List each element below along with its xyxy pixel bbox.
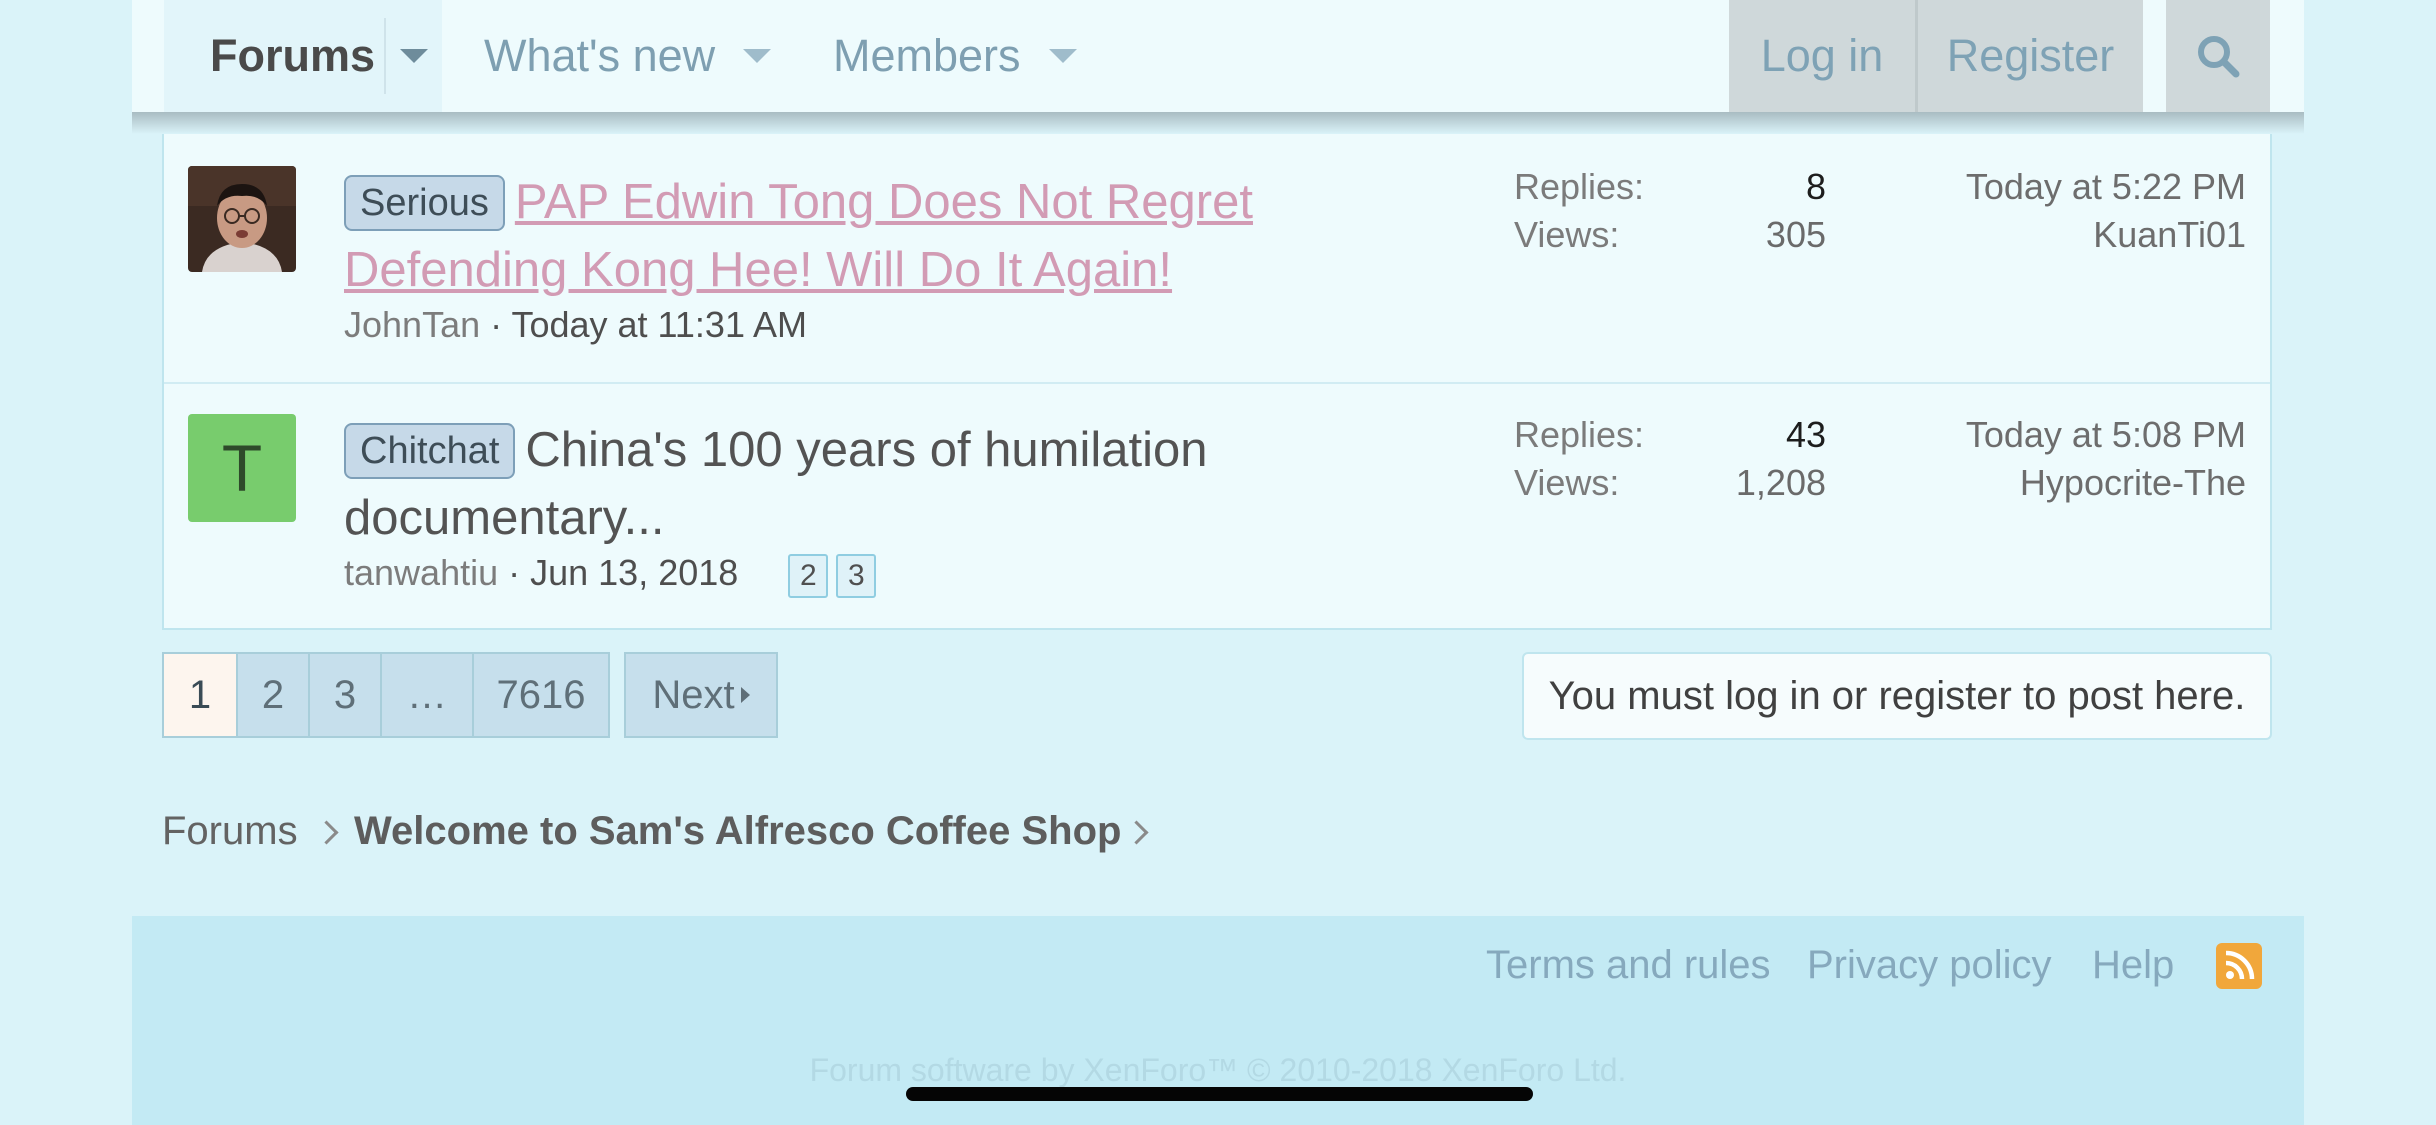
login-button[interactable]: Log in <box>1729 0 1915 112</box>
breadcrumb-category[interactable]: Welcome to Sam's Alfresco Coffee Shop <box>354 806 1121 856</box>
tab-forums-label: Forums <box>210 30 376 81</box>
navigation-shadow <box>132 112 2304 134</box>
views-count: 1,208 <box>1735 462 1826 503</box>
chevron-right-icon <box>314 820 339 845</box>
page-jump-button[interactable]: … <box>380 652 474 738</box>
thread-meta: JohnTan · Today at 11:31 AM <box>344 304 807 345</box>
chevron-down-icon <box>400 49 428 63</box>
footer-link-terms[interactable]: Terms and rules <box>1486 940 1771 990</box>
page-number: 3 <box>333 672 357 717</box>
page-number: 1 <box>188 672 212 717</box>
last-post-time[interactable]: Today at 5:08 PM <box>1826 414 2246 456</box>
page-button-last[interactable]: 7616 <box>472 652 610 738</box>
chevron-down-icon <box>743 49 772 63</box>
rss-icon <box>2225 950 2255 980</box>
footer-link-help[interactable]: Help <box>2092 940 2174 990</box>
avatar-photo <box>188 166 296 272</box>
next-page-button[interactable]: Next <box>624 652 778 738</box>
avatar-letter: T <box>221 431 263 505</box>
rss-button[interactable] <box>2216 943 2262 989</box>
thread-title-link[interactable]: documentary... <box>344 491 664 545</box>
thread-title-link[interactable]: PAP Edwin Tong Does Not Regret <box>515 175 1253 229</box>
replies-count: 43 <box>1785 414 1826 455</box>
page-button[interactable]: 2 <box>236 652 310 738</box>
chevron-right-icon <box>1124 820 1149 845</box>
thread-title-link[interactable]: Defending Kong Hee! Will Do It Again! <box>344 243 1172 297</box>
register-button[interactable]: Register <box>1918 0 2143 112</box>
last-post-user[interactable]: Hypocrite-The <box>1826 462 2246 504</box>
row-divider <box>164 382 2270 384</box>
thread-author[interactable]: JohnTan <box>344 304 480 345</box>
avatar[interactable]: T <box>188 414 296 522</box>
page-ellipsis: … <box>407 672 447 717</box>
avatar[interactable] <box>188 166 296 272</box>
views-count: 305 <box>1765 214 1826 255</box>
thread-prefix-chitchat[interactable]: Chitchat <box>344 423 516 479</box>
notice-text: You must log in or register to post here… <box>1548 673 2246 718</box>
page-number: 7616 <box>496 672 586 717</box>
thread-start-date[interactable]: Today at 11:31 AM <box>511 304 807 345</box>
login-required-notice: You must log in or register to post here… <box>1522 652 2272 740</box>
footer-link-privacy[interactable]: Privacy policy <box>1807 940 2052 990</box>
breadcrumb-forums[interactable]: Forums <box>162 806 298 856</box>
thread-title[interactable]: Chitchat China's 100 years of humilation … <box>344 416 1444 552</box>
chevron-down-icon <box>1048 49 1077 63</box>
views-label: Views: <box>1514 462 1620 503</box>
forums-menu-toggle[interactable] <box>386 0 442 112</box>
thread-title[interactable]: Serious PAP Edwin Tong Does Not Regret De… <box>344 168 1444 304</box>
views-label: Views: <box>1514 214 1620 255</box>
register-label: Register <box>1946 30 2115 81</box>
tab-members-label: Members <box>833 30 1021 81</box>
replies-label: Replies: <box>1514 166 1645 207</box>
thread-start-date[interactable]: Jun 13, 2018 <box>530 552 738 593</box>
page-number: 2 <box>261 672 285 717</box>
thread-author[interactable]: tanwahtiu <box>344 552 498 593</box>
replies-label: Replies: <box>1514 414 1645 455</box>
caret-right-icon <box>740 687 750 703</box>
thread-title-link[interactable]: China's 100 years of humilation <box>525 423 1207 477</box>
replies-count: 8 <box>1805 166 1826 207</box>
page-button[interactable]: 3 <box>308 652 382 738</box>
next-label: Next <box>652 672 735 717</box>
search-icon <box>2198 36 2240 78</box>
tab-members[interactable]: Members <box>833 0 1077 112</box>
thread-meta: tanwahtiu · Jun 13, 2018 23 <box>344 552 877 598</box>
home-indicator <box>906 1087 1533 1101</box>
tab-whats-new[interactable]: What's new <box>484 0 772 112</box>
thread-page-link[interactable]: 3 <box>836 554 877 598</box>
page-button-current[interactable]: 1 <box>162 652 238 738</box>
copyright-text: Forum software by XenForo™ © 2010-2018 X… <box>809 1052 1627 1088</box>
login-label: Log in <box>1760 30 1884 81</box>
last-post-time[interactable]: Today at 5:22 PM <box>1826 166 2246 208</box>
tab-whats-new-label: What's new <box>484 30 716 81</box>
search-button[interactable] <box>2166 0 2270 112</box>
last-post-user[interactable]: KuanTi01 <box>1826 214 2246 256</box>
thread-prefix-serious[interactable]: Serious <box>344 175 505 231</box>
thread-page-link[interactable]: 2 <box>788 554 829 598</box>
